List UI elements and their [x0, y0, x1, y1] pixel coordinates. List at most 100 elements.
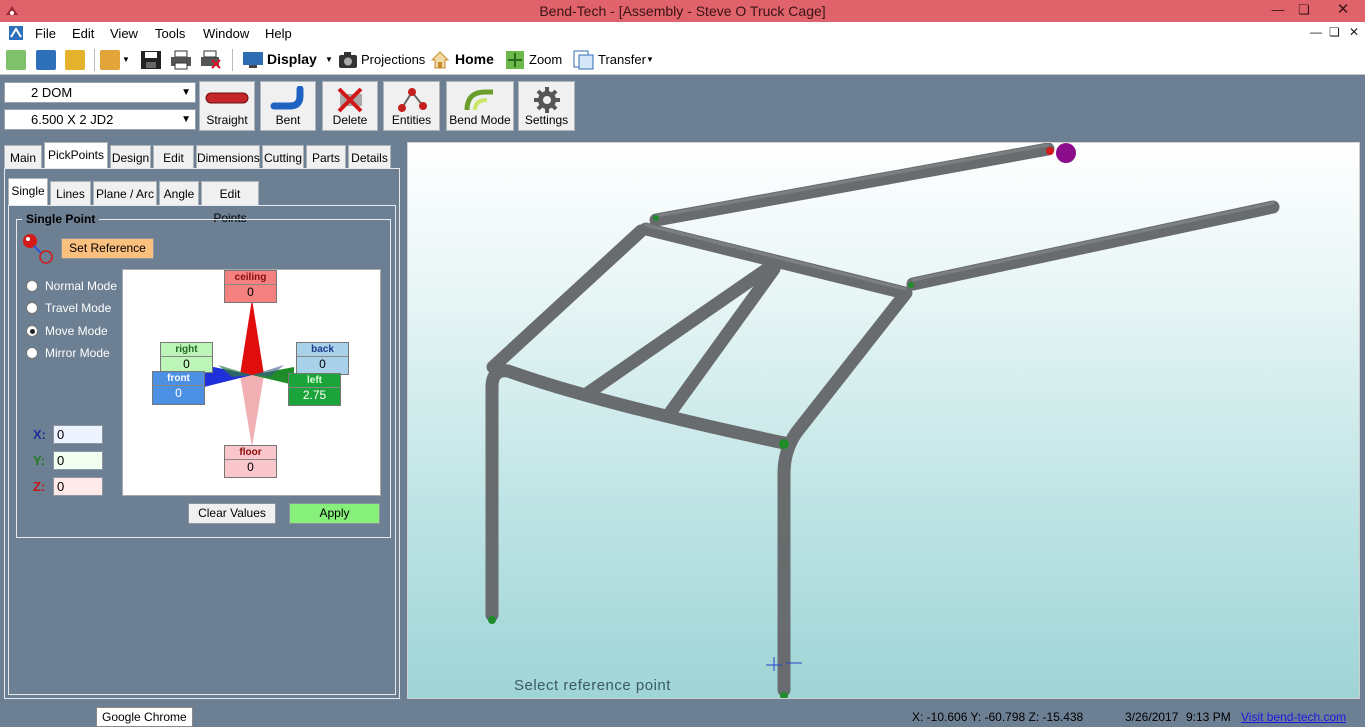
mdi-minimize-button[interactable]: — — [1310, 25, 1322, 39]
website-link[interactable]: Visit bend-tech.com — [1241, 710, 1346, 724]
normal-mode-radio[interactable] — [26, 280, 38, 292]
add-part-icon[interactable] — [100, 50, 120, 70]
delete-button-label: Delete — [332, 113, 368, 127]
menu-window[interactable]: Window — [203, 26, 249, 41]
node-point[interactable] — [779, 439, 789, 449]
set-reference-button[interactable]: Set Reference — [61, 238, 154, 259]
mdi-restore-button[interactable]: ❏ — [1329, 25, 1340, 39]
subtab-plane-arc[interactable]: Plane / Arc — [93, 181, 157, 205]
right-label: right — [175, 344, 198, 355]
chevron-down-icon: ▼ — [181, 114, 191, 125]
node-point[interactable] — [488, 616, 496, 624]
transfer-icon[interactable] — [573, 50, 595, 70]
menu-view[interactable]: View — [110, 26, 138, 41]
tab-cutting[interactable]: Cutting — [262, 145, 304, 169]
x-input[interactable]: 0 — [53, 425, 103, 444]
toolbar-separator — [232, 49, 233, 71]
tab-main[interactable]: Main — [4, 145, 42, 169]
chevron-down-icon[interactable]: ▼ — [325, 55, 333, 64]
back-box[interactable]: back 0 — [296, 342, 349, 375]
subtab-angle[interactable]: Angle — [159, 181, 199, 205]
print-icon[interactable] — [170, 50, 192, 70]
node-point[interactable] — [653, 215, 659, 221]
window-title: Bend-Tech - [Assembly - Steve O Truck Ca… — [539, 3, 826, 19]
node-point[interactable] — [908, 282, 914, 288]
right-box[interactable]: right 0 — [160, 342, 213, 373]
restore-button[interactable]: ❏ — [1289, 0, 1319, 20]
die-select[interactable]: 6.500 X 2 JD2 ▼ — [4, 109, 196, 130]
entities-button[interactable]: Entities — [383, 81, 440, 131]
y-label: Y: — [33, 453, 46, 468]
status-date: 3/26/2017 — [1125, 710, 1179, 724]
straight-tube-icon — [205, 92, 249, 104]
close-button[interactable]: ✕ — [1324, 0, 1362, 20]
document-icon[interactable] — [8, 25, 24, 41]
bent-button[interactable]: Bent — [260, 81, 316, 131]
home-button[interactable]: Home — [455, 51, 494, 67]
new-icon[interactable] — [6, 50, 26, 70]
menu-help[interactable]: Help — [265, 26, 292, 41]
chevron-down-icon: ▼ — [181, 87, 191, 98]
display-icon[interactable] — [242, 51, 264, 69]
left-box[interactable]: left 2.75 — [288, 373, 341, 406]
bend-mode-button[interactable]: Bend Mode — [446, 81, 514, 131]
viewport-prompt: Select reference point — [514, 677, 671, 694]
floor-box[interactable]: floor 0 — [224, 445, 277, 478]
reference-point-icon — [23, 234, 53, 264]
mirror-mode-radio[interactable] — [26, 347, 38, 359]
projections-button[interactable]: Projections — [361, 52, 425, 67]
home-icon[interactable] — [430, 50, 450, 70]
chevron-down-icon[interactable]: ▼ — [122, 55, 130, 64]
selected-point[interactable] — [1056, 143, 1076, 163]
zoom-button[interactable]: Zoom — [529, 52, 562, 67]
delete-button[interactable]: Delete — [322, 81, 378, 131]
subtab-edit-points[interactable]: Edit Points — [201, 181, 259, 225]
tab-pickpoints[interactable]: PickPoints — [44, 142, 108, 169]
back-value: 0 — [297, 356, 348, 371]
tab-details[interactable]: Details — [348, 145, 391, 169]
material-select[interactable]: 2 DOM ▼ — [4, 82, 196, 103]
apply-button[interactable]: Apply — [289, 503, 380, 524]
tab-edit[interactable]: Edit — [153, 145, 194, 169]
menu-tools[interactable]: Tools — [155, 26, 185, 41]
reference-marker[interactable] — [1046, 147, 1054, 155]
open-icon[interactable] — [36, 50, 56, 70]
material-select-value: 2 DOM — [31, 85, 73, 100]
camera-icon[interactable] — [338, 51, 358, 69]
cursor-coordinates: X: -10.606 Y: -60.798 Z: -15.438 — [912, 710, 1084, 724]
z-label: Z: — [33, 479, 46, 494]
chevron-down-icon[interactable]: ▼ — [646, 55, 654, 64]
menu-edit[interactable]: Edit — [72, 26, 94, 41]
3d-viewport[interactable]: Select reference point — [407, 142, 1360, 699]
print-preview-icon[interactable] — [200, 50, 222, 70]
y-input[interactable]: 0 — [53, 451, 103, 470]
floor-value: 0 — [225, 459, 276, 474]
zoom-icon[interactable] — [505, 50, 525, 70]
menu-bar: File Edit View Tools Window Help — ❏ ✕ — [0, 22, 1365, 44]
front-label: front — [167, 373, 190, 384]
subtab-lines[interactable]: Lines — [50, 181, 91, 205]
clear-values-button[interactable]: Clear Values — [188, 503, 276, 524]
mdi-close-button[interactable]: ✕ — [1349, 25, 1359, 39]
menu-file[interactable]: File — [35, 26, 56, 41]
left-label: left — [307, 375, 322, 386]
display-button[interactable]: Display — [267, 51, 317, 67]
front-box[interactable]: front 0 — [152, 371, 205, 405]
move-mode-radio[interactable] — [26, 325, 38, 337]
save-icon[interactable] — [140, 50, 162, 70]
travel-mode-label: Travel Mode — [45, 301, 112, 315]
tab-design[interactable]: Design — [110, 145, 151, 169]
transfer-button[interactable]: Transfer — [598, 52, 646, 67]
ceiling-box[interactable]: ceiling 0 — [224, 270, 277, 303]
subtab-single[interactable]: Single — [8, 178, 48, 205]
truck-cage-model[interactable] — [408, 143, 1360, 699]
settings-button[interactable]: Settings — [518, 81, 575, 131]
z-input[interactable]: 0 — [53, 477, 103, 496]
import-icon[interactable] — [65, 50, 85, 70]
tab-parts[interactable]: Parts — [306, 145, 346, 169]
straight-button[interactable]: Straight — [199, 81, 255, 131]
left-value: 2.75 — [289, 387, 340, 402]
travel-mode-radio[interactable] — [26, 302, 38, 314]
floor-label: floor — [239, 447, 262, 458]
tab-dimensions[interactable]: Dimensions — [196, 145, 260, 169]
